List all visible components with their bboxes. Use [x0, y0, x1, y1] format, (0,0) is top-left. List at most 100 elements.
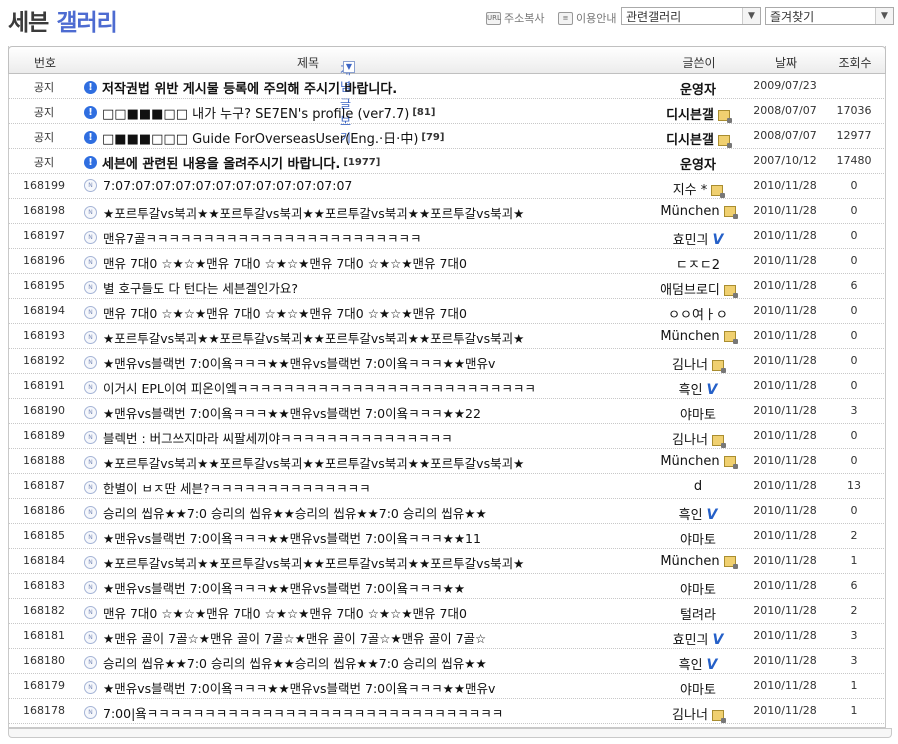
post-subject-link[interactable]: N 승리의 씹유★★7:0 승리의 씹유★★승리의 씹유★★7:0 승리의 씹유★…: [84, 653, 490, 672]
v-check-icon: V: [706, 382, 718, 398]
post-writer-name: 야마토: [680, 408, 716, 423]
post-subject-text: 승리의 씹유★★7:0 승리의 씹유★★승리의 씹유★★7:0 승리의 씹유★★: [103, 656, 487, 671]
header-no: 번호: [33, 56, 57, 70]
chevron-down-icon: ▼: [742, 8, 760, 24]
table-row: 168186 N 승리의 씹유★★7:0 승리의 씹유★★승리의 씹유★★7:0 승…: [8, 499, 886, 524]
post-views: 6: [850, 279, 858, 292]
address-copy-button[interactable]: URL 주소복사: [486, 10, 544, 26]
post-subject-link[interactable]: N ★맨유vs블랙번 7:0이욬ㅋㅋㅋ★★맨유vs블랙번 7:0이욬ㅋㅋㅋ★★맨유…: [84, 353, 498, 372]
post-writer[interactable]: 디시븐갤: [628, 104, 768, 123]
post-subject-link[interactable]: N ★맨유vs블랙번 7:0이욬ㅋㅋㅋ★★맨유vs블랙번 7:0이욬ㅋㅋㅋ★★: [84, 578, 468, 597]
post-subject-link[interactable]: N 한별이 ㅂㅈ딴 세븐?ㅋㅋㅋㅋㅋㅋㅋㅋㅋㅋㅋㅋㅋㅋ: [84, 478, 374, 497]
document-circle-icon: N: [84, 306, 97, 319]
post-writer[interactable]: 김나너: [628, 704, 768, 723]
post-subject-link[interactable]: ! □□■■■□□ 내가 누구? SE7EN's profile (ver7.7)…: [84, 103, 435, 122]
post-writer[interactable]: ㅇㅇ여ㅏㅇ: [628, 304, 768, 323]
post-subject-link[interactable]: ! 세븐에 관련된 내용을 올려주시기 바랍니다. [1977]: [84, 153, 380, 172]
post-writer[interactable]: München: [628, 204, 768, 219]
table-row: 168198 N ★포르투갈vs북괴★★포르투갈vs북괴★★포르투갈vs북괴★★포르…: [8, 199, 886, 224]
post-writer[interactable]: 야마토: [628, 579, 768, 598]
post-views: 1: [850, 679, 858, 692]
post-subject-link[interactable]: N 7:00|욬ㅋㅋㅋㅋㅋㅋㅋㅋㅋㅋㅋㅋㅋㅋㅋㅋㅋㅋㅋㅋㅋㅋㅋㅋㅋㅋㅋㅋㅋㅋㅋ: [84, 703, 506, 722]
post-writer[interactable]: München: [628, 329, 768, 344]
post-writer-name: 흑인: [678, 658, 703, 673]
post-views: 2: [850, 529, 858, 542]
post-writer[interactable]: 지수 *: [628, 179, 768, 198]
post-subject-link[interactable]: N ★맨유vs블랙번 7:0이욬ㅋㅋㅋ★★맨유vs블랙번 7:0이욬ㅋㅋㅋ★★맨유…: [84, 678, 498, 697]
guide-icon: ≡: [558, 11, 573, 25]
post-writer-name: 운영자: [680, 158, 716, 173]
post-subject-link[interactable]: N 7:07:07:07:07:07:07:07:07:07:07:07:07: [84, 178, 355, 193]
post-writer[interactable]: München: [628, 454, 768, 469]
post-writer[interactable]: 흑인 V: [628, 504, 768, 523]
post-writer-name: München: [660, 454, 720, 469]
post-views: 17036: [836, 104, 872, 117]
url-icon: URL: [486, 11, 501, 25]
comment-count[interactable]: [79]: [421, 132, 444, 143]
post-date: 2010/11/28: [753, 429, 817, 442]
post-subject-link[interactable]: N ★포르투갈vs북괴★★포르투갈vs북괴★★포르투갈vs북괴★★포르투갈vs북괴…: [84, 203, 527, 222]
post-writer[interactable]: München: [628, 554, 768, 569]
post-subject-link[interactable]: N 승리의 씹유★★7:0 승리의 씹유★★승리의 씹유★★7:0 승리의 씹유★…: [84, 503, 490, 522]
post-views: 0: [850, 329, 858, 342]
post-writer[interactable]: 효민긔 V: [628, 229, 768, 248]
post-writer[interactable]: 운영자: [628, 154, 768, 173]
post-subject-text: ★맨유 골이 7골☆★맨유 골이 7골☆★맨유 골이 7골☆★맨유 골이 7골☆: [103, 631, 487, 646]
document-circle-icon: N: [84, 581, 97, 594]
post-subject-link[interactable]: N ★포르투갈vs북괴★★포르투갈vs북괴★★포르투갈vs북괴★★포르투갈vs북괴…: [84, 553, 527, 572]
post-views: 0: [850, 429, 858, 442]
post-writer[interactable]: 운영자: [628, 79, 768, 98]
post-subject-link[interactable]: N 블렉번 : 버그쓰지마라 씨팔세끼야ㅋㅋㅋㅋㅋㅋㅋㅋㅋㅋㅋㅋㅋㅋㅋ: [84, 428, 456, 447]
post-writer[interactable]: d: [628, 479, 768, 494]
favorites-select[interactable]: 즐겨찾기 ▼: [765, 7, 894, 25]
table-row: 168188 N ★포르투갈vs북괴★★포르투갈vs북괴★★포르투갈vs북괴★★포르…: [8, 449, 886, 474]
post-subject-link[interactable]: N ★포르투갈vs북괴★★포르투갈vs북괴★★포르투갈vs북괴★★포르투갈vs북괴…: [84, 328, 527, 347]
post-writer[interactable]: 야마토: [628, 404, 768, 423]
post-subject-link[interactable]: N 맨유 7대0 ☆★☆★맨유 7대0 ☆★☆★맨유 7대0 ☆★☆★맨유 7대0: [84, 303, 470, 322]
post-writer[interactable]: 야마토: [628, 679, 768, 698]
post-subject-link[interactable]: N 이거시 EPL이여 피온이엨ㅋㅋㅋㅋㅋㅋㅋㅋㅋㅋㅋㅋㅋㅋㅋㅋㅋㅋㅋㅋㅋㅋㅋㅋㅋ…: [84, 378, 539, 397]
post-subject-link[interactable]: N 맨유 7대0 ☆★☆★맨유 7대0 ☆★☆★맨유 7대0 ☆★☆★맨유 7대0: [84, 253, 470, 272]
post-writer-name: München: [660, 554, 720, 569]
post-subject-link[interactable]: N ★맨유 골이 7골☆★맨유 골이 7골☆★맨유 골이 7골☆★맨유 골이 7골…: [84, 628, 489, 647]
post-subject-text: ★포르투갈vs북괴★★포르투갈vs북괴★★포르투갈vs북괴★★포르투갈vs북괴★: [103, 331, 525, 346]
post-writer[interactable]: 애덤브로디: [628, 279, 768, 298]
post-writer-name: 야마토: [680, 583, 716, 598]
notice-row: 공지! □■■■□□□ Guide ForOverseasUser(Eng.·日·…: [8, 124, 886, 149]
post-subject-link[interactable]: ! 저작권법 위반 게시물 등록에 주의해 주시기 바랍니다.: [84, 78, 400, 97]
post-writer[interactable]: 야마토: [628, 529, 768, 548]
related-gallery-select[interactable]: 관련갤러리 ▼: [621, 7, 761, 25]
post-writer[interactable]: 흑인 V: [628, 379, 768, 398]
usage-guide-label: 이용안내: [576, 12, 617, 25]
post-subject-link[interactable]: N ★포르투갈vs북괴★★포르투갈vs북괴★★포르투갈vs북괴★★포르투갈vs북괴…: [84, 453, 527, 472]
post-subject-text: 7:07:07:07:07:07:07:07:07:07:07:07:07: [103, 178, 353, 193]
post-writer[interactable]: 디시븐갤: [628, 129, 768, 148]
post-subject-link[interactable]: N 맨유 7대0 ☆★☆★맨유 7대0 ☆★☆★맨유 7대0 ☆★☆★맨유 7대0: [84, 603, 470, 622]
post-subject-link[interactable]: N ★맨유vs블랙번 7:0이욬ㅋㅋㅋ★★맨유vs블랙번 7:0이욬ㅋㅋㅋ★★22: [84, 403, 484, 422]
post-views: 3: [850, 654, 858, 667]
post-subject-link[interactable]: N 맨유7골ㅋㅋㅋㅋㅋㅋㅋㅋㅋㅋㅋㅋㅋㅋㅋㅋㅋㅋㅋㅋㅋㅋㅋㅋ: [84, 228, 424, 247]
post-subject-link[interactable]: N 별 호구들도 다 턴다는 세븐겔인가요?: [84, 278, 301, 297]
post-subject-link[interactable]: N ★맨유vs블랙번 7:0이욬ㅋㅋㅋ★★맨유vs블랙번 7:0이욬ㅋㅋㅋ★★11: [84, 528, 484, 547]
post-writer[interactable]: 김나너: [628, 429, 768, 448]
post-views: 0: [850, 304, 858, 317]
post-subject-text: 별 호구들도 다 턴다는 세븐겔인가요?: [103, 281, 299, 296]
post-writer[interactable]: 털려라: [628, 604, 768, 623]
post-writer-name: 김나너: [672, 433, 708, 448]
post-date: 2010/11/28: [753, 304, 817, 317]
comment-count[interactable]: [1977]: [343, 157, 380, 168]
gallery-title[interactable]: 세븐 갤러리: [8, 3, 118, 37]
post-writer[interactable]: 김나너: [628, 354, 768, 373]
post-number: 168178: [23, 704, 65, 717]
exclamation-circle-icon: !: [84, 131, 97, 144]
post-number: 공지: [33, 106, 55, 119]
post-writer[interactable]: 효민긔 V: [628, 629, 768, 648]
bottom-scroll-area[interactable]: [8, 728, 892, 738]
table-row: 168195 N 별 호구들도 다 턴다는 세븐겔인가요? 애덤브로디 2010/11/…: [8, 274, 886, 299]
post-writer[interactable]: ㄷㅈㄷ2: [628, 254, 768, 273]
post-subject-link[interactable]: ! □■■■□□□ Guide ForOverseasUser(Eng.·日·中)…: [84, 128, 444, 147]
usage-guide-button[interactable]: ≡ 이용안내: [558, 10, 616, 26]
comment-count[interactable]: [81]: [412, 107, 435, 118]
favorites-value: 즐겨찾기: [770, 10, 815, 24]
post-writer[interactable]: 흑인 V: [628, 654, 768, 673]
